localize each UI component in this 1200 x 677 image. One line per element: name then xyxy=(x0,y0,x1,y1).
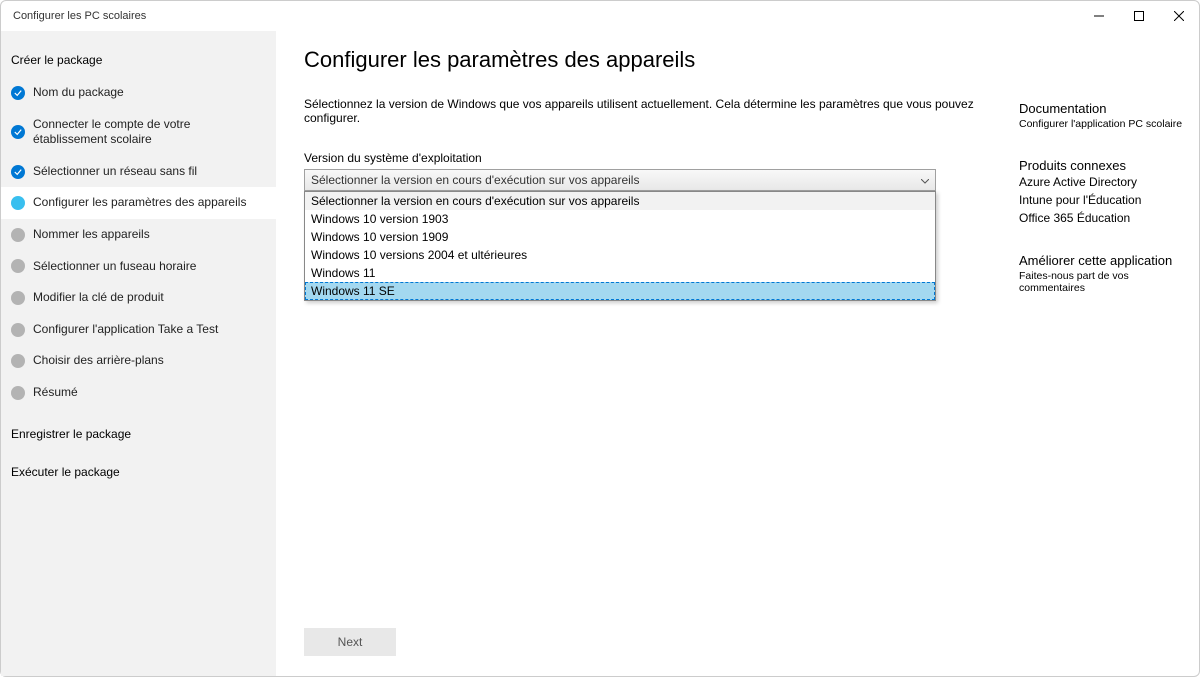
sidebar-section-1[interactable]: Exécuter le package xyxy=(1,447,276,485)
os-version-option-2[interactable]: Windows 10 version 1909 xyxy=(305,228,935,246)
window-title: Configurer les PC scolaires xyxy=(13,10,146,22)
maximize-icon xyxy=(1134,11,1144,21)
step-status-icon xyxy=(11,125,25,139)
sidebar-item-label: Nom du package xyxy=(33,85,124,101)
app-window: Configurer les PC scolaires Créer le pac… xyxy=(0,0,1200,677)
sidebar-section-0[interactable]: Enregistrer le package xyxy=(1,409,276,447)
sidebar-item-label: Sélectionner un réseau sans fil xyxy=(33,164,197,180)
sidebar-item-3[interactable]: Configurer les paramètres des appareils xyxy=(1,187,276,219)
sidebar-item-2[interactable]: Sélectionner un réseau sans fil xyxy=(1,156,276,188)
sidebar-item-label: Configurer l'application Take a Test xyxy=(33,322,218,338)
os-version-option-4[interactable]: Windows 11 xyxy=(305,264,935,282)
os-version-select-value: Sélectionner la version en cours d'exécu… xyxy=(311,173,639,187)
step-status-icon xyxy=(11,86,25,100)
sidebar: Créer le package Nom du package Connecter… xyxy=(1,31,276,676)
product-link-0[interactable]: Azure Active Directory xyxy=(1019,175,1189,189)
sidebar-item-6[interactable]: Modifier la clé de produit xyxy=(1,282,276,314)
window-controls xyxy=(1079,1,1199,31)
os-version-dropdown: Sélectionner la version en cours d'exécu… xyxy=(304,191,936,301)
documentation-link[interactable]: Configurer l'application PC scolaire xyxy=(1019,118,1189,130)
minimize-button[interactable] xyxy=(1079,1,1119,31)
step-status-icon xyxy=(11,259,25,273)
step-status-icon xyxy=(11,386,25,400)
step-status-icon xyxy=(11,165,25,179)
os-version-label: Version du système d'exploitation xyxy=(304,151,991,165)
right-panel: Documentation Configurer l'application P… xyxy=(1019,31,1199,676)
sidebar-item-label: Choisir des arrière-plans xyxy=(33,353,164,369)
sidebar-item-1[interactable]: Connecter le compte de votre établisseme… xyxy=(1,109,276,156)
sidebar-item-label: Connecter le compte de votre établisseme… xyxy=(33,117,266,148)
os-version-select-wrap: Sélectionner la version en cours d'exécu… xyxy=(304,169,936,191)
close-button[interactable] xyxy=(1159,1,1199,31)
step-status-icon xyxy=(11,196,25,210)
sidebar-item-7[interactable]: Configurer l'application Take a Test xyxy=(1,314,276,346)
documentation-header: Documentation xyxy=(1019,101,1189,116)
sidebar-item-label: Sélectionner un fuseau horaire xyxy=(33,259,196,275)
sidebar-item-4[interactable]: Nommer les appareils xyxy=(1,219,276,251)
feedback-link[interactable]: Faites-nous part de vos commentaires xyxy=(1019,270,1189,294)
sidebar-item-9[interactable]: Résumé xyxy=(1,377,276,409)
products-header: Produits connexes xyxy=(1019,158,1189,173)
improve-header: Améliorer cette application xyxy=(1019,253,1189,268)
sidebar-item-label: Modifier la clé de produit xyxy=(33,290,164,306)
sidebar-item-label: Nommer les appareils xyxy=(33,227,150,243)
main-panel: Configurer les paramètres des appareils … xyxy=(276,31,1019,676)
os-version-option-3[interactable]: Windows 10 versions 2004 et ultérieures xyxy=(305,246,935,264)
product-link-1[interactable]: Intune pour l'Éducation xyxy=(1019,193,1189,207)
page-description: Sélectionnez la version de Windows que v… xyxy=(304,97,991,125)
next-button[interactable]: Next xyxy=(304,628,396,656)
sidebar-item-5[interactable]: Sélectionner un fuseau horaire xyxy=(1,251,276,283)
os-version-option-5[interactable]: Windows 11 SE xyxy=(305,282,935,300)
step-status-icon xyxy=(11,323,25,337)
minimize-icon xyxy=(1094,11,1104,21)
titlebar: Configurer les PC scolaires xyxy=(1,1,1199,31)
product-link-2[interactable]: Office 365 Éducation xyxy=(1019,211,1189,225)
close-icon xyxy=(1174,11,1184,21)
page-title: Configurer les paramètres des appareils xyxy=(304,47,991,73)
os-version-option-0[interactable]: Sélectionner la version en cours d'exécu… xyxy=(305,192,935,210)
sidebar-header: Créer le package xyxy=(1,41,276,77)
os-version-option-1[interactable]: Windows 10 version 1903 xyxy=(305,210,935,228)
content: Créer le package Nom du package Connecter… xyxy=(1,31,1199,676)
step-status-icon xyxy=(11,354,25,368)
sidebar-item-label: Résumé xyxy=(33,385,78,401)
step-status-icon xyxy=(11,291,25,305)
sidebar-item-label: Configurer les paramètres des appareils xyxy=(33,195,246,211)
os-version-select[interactable]: Sélectionner la version en cours d'exécu… xyxy=(304,169,936,191)
sidebar-item-0[interactable]: Nom du package xyxy=(1,77,276,109)
chevron-down-icon xyxy=(921,173,929,187)
sidebar-item-8[interactable]: Choisir des arrière-plans xyxy=(1,345,276,377)
step-status-icon xyxy=(11,228,25,242)
maximize-button[interactable] xyxy=(1119,1,1159,31)
